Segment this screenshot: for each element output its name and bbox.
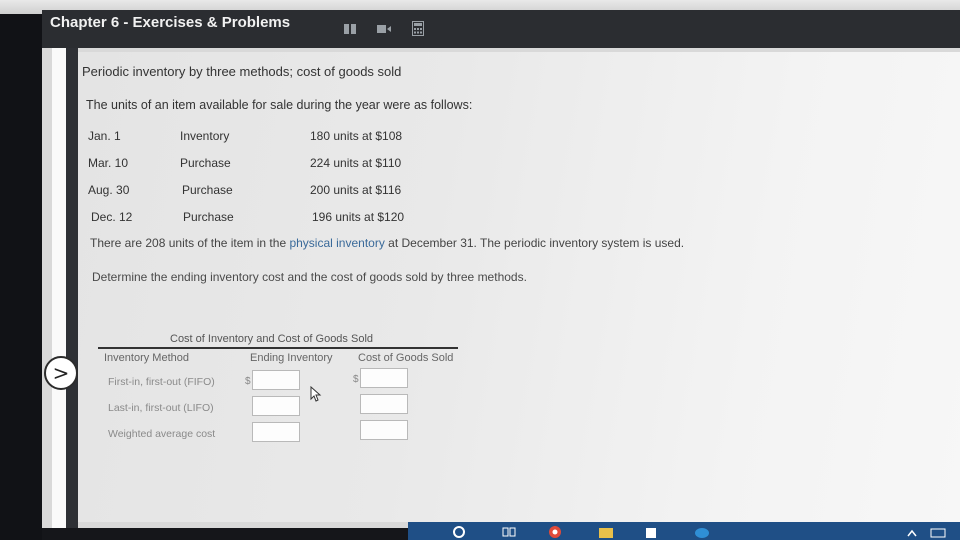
task-view-icon[interactable] [502,525,516,539]
screen-left-edge [0,14,42,540]
row-type: Inventory [180,129,230,143]
search-icon[interactable] [452,525,466,539]
taskbar [408,522,960,540]
chrome-icon[interactable] [548,525,562,539]
problem-task: Determine the ending inventory cost and … [92,270,527,284]
data-row: Dec. 12 Purchase 196 units at $120 [88,210,648,228]
fifo-ending-inventory-input[interactable] [252,370,300,390]
screen-bottom-edge [42,528,408,540]
row-label-weighted-average: Weighted average cost [108,428,216,440]
fifo-cogs-input[interactable] [360,368,408,388]
weighted-ending-inventory-input[interactable] [252,422,300,442]
chevron-right-icon: > [52,361,70,385]
left-rail [52,48,66,528]
row-type: Purchase [183,210,234,224]
row-units: 196 units at $120 [312,210,405,224]
data-row: Jan. 1 Inventory 180 units at $108 [88,129,648,147]
note-text-end: at December 31. The periodic inventory s… [384,236,685,250]
currency-symbol: $ [245,376,251,387]
calculator-icon[interactable] [410,21,426,36]
weighted-cogs-input[interactable] [360,420,408,440]
row-date: Dec. 12 [91,210,133,224]
folder-icon[interactable] [598,525,613,539]
currency-symbol: $ [353,374,359,385]
row-type: Purchase [180,156,231,170]
data-row: Mar. 10 Purchase 224 units at $110 [88,156,648,174]
row-label-fifo: First-in, first-out (FIFO) [108,376,215,388]
row-units: 224 units at $110 [310,156,402,170]
store-icon[interactable] [644,525,658,539]
row-date: Mar. 10 [88,156,129,170]
row-label-lifo: Last-in, first-out (LIFO) [108,402,214,414]
row-type: Purchase [182,183,233,197]
problem-intro: The units of an item available for sale … [86,98,473,112]
physical-inventory-link[interactable]: physical inventory [289,236,384,250]
left-rail-divider [66,48,78,528]
note-text-start: There are 208 units of the item in the [90,236,290,250]
problem-title: Periodic inventory by three methods; cos… [82,64,402,79]
app-title: Chapter 6 - Exercises & Problems [50,14,291,31]
app-header: Chapter 6 - Exercises & Problems [42,10,960,48]
video-icon[interactable] [376,21,392,36]
row-date: Aug. 30 [88,183,130,197]
mouse-cursor-icon [310,385,322,407]
next-step-button[interactable]: > [44,356,78,390]
row-date: Jan. 1 [88,129,121,143]
header-ending-inventory: Ending Inventory [250,352,333,364]
lifo-cogs-input[interactable] [360,394,408,414]
keyboard-icon[interactable] [930,525,946,539]
header-inventory-method: Inventory Method [104,352,189,364]
row-units: 180 units at $108 [310,129,403,143]
table-rule [98,347,458,349]
header-cost-of-goods-sold: Cost of Goods Sold [358,352,454,364]
problem-page: Periodic inventory by three methods; cos… [78,52,960,522]
row-units: 200 units at $116 [310,183,402,197]
book-icon[interactable] [342,21,358,36]
table-caption: Cost of Inventory and Cost of Goods Sold [170,333,374,345]
chevron-up-icon[interactable] [906,525,920,539]
edge-icon[interactable] [694,525,709,539]
lifo-ending-inventory-input[interactable] [252,396,300,416]
data-row: Aug. 30 Purchase 200 units at $116 [88,183,648,201]
header-toolbar [342,21,426,36]
problem-note: There are 208 units of the item in the p… [90,236,684,250]
